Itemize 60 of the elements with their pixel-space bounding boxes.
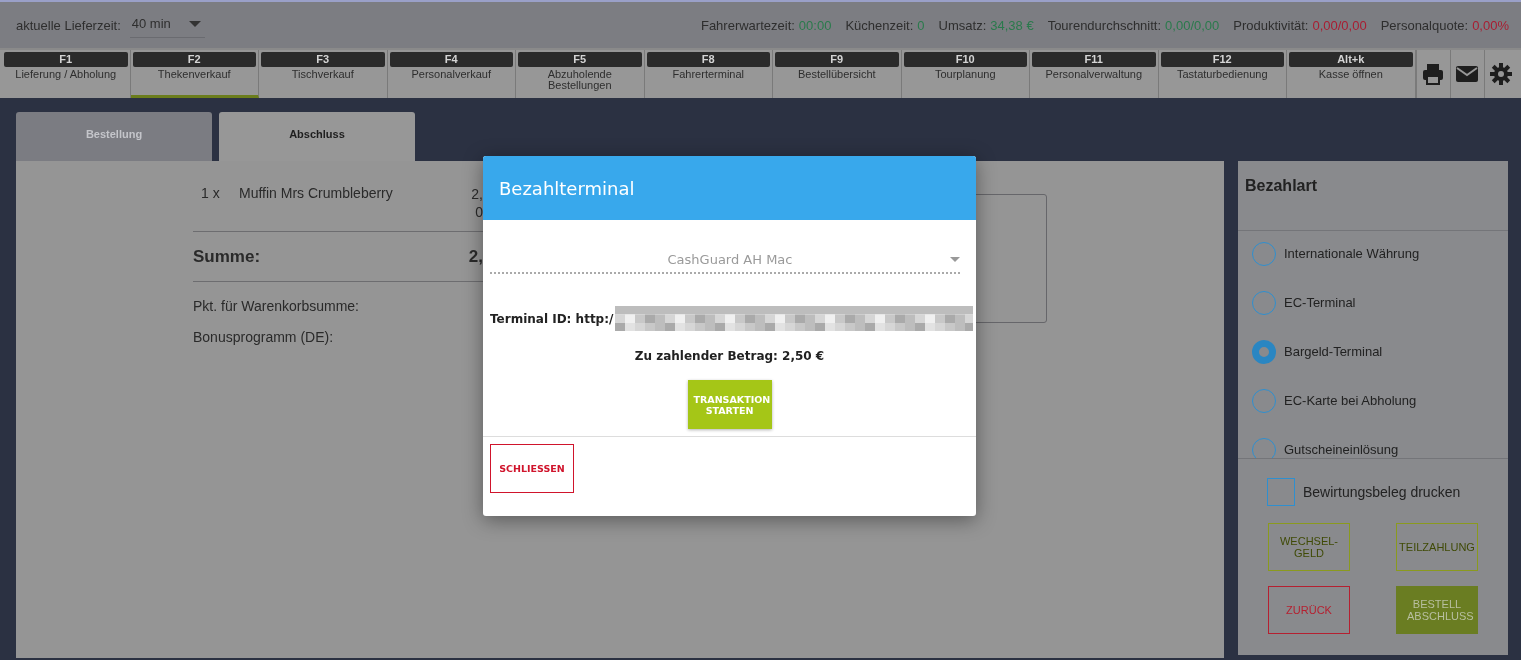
- item-tax: 0: [474, 203, 483, 221]
- function-key-tab[interactable]: F3 Tischverkauf: [259, 50, 388, 98]
- payment-option-label: Gutscheineinlösung: [1284, 442, 1399, 457]
- change-button[interactable]: TEILZAHLUNG: [1396, 523, 1478, 571]
- radio-button[interactable]: [1252, 339, 1276, 364]
- caret-icon: [950, 256, 960, 262]
- stat-label: Personalquote:: [1380, 17, 1469, 33]
- function-key-tab[interactable]: F2 Thekenverkauf: [130, 50, 259, 98]
- stat-value: 0,00/0,00: [1312, 17, 1367, 33]
- payment-option[interactable]: EC-Karte bei Abholung: [1238, 376, 1508, 425]
- stat-value: 00:00: [798, 17, 832, 33]
- stat-label: Fahrerwartezeit:: [700, 17, 795, 33]
- stat-value: 0: [917, 17, 925, 33]
- payment-option-label: EC-Terminal: [1284, 295, 1356, 310]
- delivery-time-select[interactable]: 40 min: [129, 12, 205, 38]
- item-name: Muffin Mrs Crumbleberry: [239, 185, 394, 203]
- close-button[interactable]: SCHLIESSEN: [490, 444, 574, 493]
- caret-icon: [188, 20, 201, 27]
- dialog-title: Bezahlterminal: [483, 156, 976, 220]
- payment-option-label: EC-Karte bei Abholung: [1284, 393, 1417, 408]
- function-key-tab[interactable]: F12 Tastaturbedienung: [1158, 50, 1287, 98]
- terminal-select[interactable]: CashGuard AH Mac: [490, 252, 960, 274]
- delivery-time-label: aktuelle Lieferzeit:: [16, 17, 121, 33]
- payment-option[interactable]: Bargeld-Terminal: [1238, 327, 1508, 376]
- print-icon[interactable]: [1422, 63, 1444, 85]
- stat-value: 0,00%: [1472, 17, 1509, 33]
- function-key-tab[interactable]: F9 Bestellübersicht: [773, 50, 902, 98]
- stat-label: Küchenzeit:: [845, 17, 914, 33]
- bonus-label: Bonusprogramm (DE):: [193, 329, 335, 345]
- settings-icon[interactable]: [1490, 63, 1512, 85]
- amount-text: Zu zahlender Betrag: 2,50 €: [633, 349, 826, 363]
- item-quantity: 1 x: [200, 185, 221, 203]
- payment-option-label: Internationale Währung: [1284, 246, 1420, 261]
- function-key-tab[interactable]: F11 Personalverwaltung: [1030, 50, 1159, 98]
- payment-option[interactable]: Gutscheineinlösung: [1238, 425, 1508, 458]
- item-price: 2,: [471, 185, 483, 203]
- stat-label: Umsatz:: [938, 17, 987, 33]
- payment-option-label: Bargeld-Terminal: [1284, 344, 1383, 359]
- total-value: 2,: [468, 246, 483, 267]
- payment-option[interactable]: Internationale Währung: [1238, 231, 1508, 278]
- function-key-tab[interactable]: F5 Abzuholende Bestellungen: [516, 50, 645, 98]
- function-key-tab[interactable]: F1 Lieferung / Abholung: [2, 50, 131, 98]
- checkbox-label: Bewirtungsbeleg drucken: [1303, 484, 1461, 500]
- function-key-tab[interactable]: F8 Fahrerterminal: [644, 50, 773, 98]
- payment-option[interactable]: EC-Terminal: [1238, 278, 1508, 327]
- stat-value: 0,00/0,00: [1165, 17, 1220, 33]
- mail-icon[interactable]: [1456, 63, 1478, 85]
- checkbox[interactable]: [1267, 478, 1295, 506]
- function-key-tab[interactable]: F4 Personalverkauf: [387, 50, 516, 98]
- stat-label: Tourendurchschnitt:: [1047, 17, 1162, 33]
- order-tab[interactable]: Abschluss: [219, 112, 415, 161]
- function-key-tab[interactable]: F10 Tourplanung: [901, 50, 1030, 98]
- total-label: Summe:: [193, 246, 261, 267]
- terminal-id-label: Terminal ID: http:/: [490, 311, 614, 326]
- function-key-tab[interactable]: Alt+k Kasse öffnen: [1287, 50, 1416, 98]
- stat-value: 34,38 €: [990, 17, 1034, 33]
- bonus-label: Pkt. für Warenkorbsumme:: [193, 298, 360, 314]
- change-button[interactable]: WECHSEL-GELD: [1268, 523, 1350, 571]
- stat-label: Produktivität:: [1233, 17, 1309, 33]
- payment-title: Bezahlart: [1238, 161, 1508, 231]
